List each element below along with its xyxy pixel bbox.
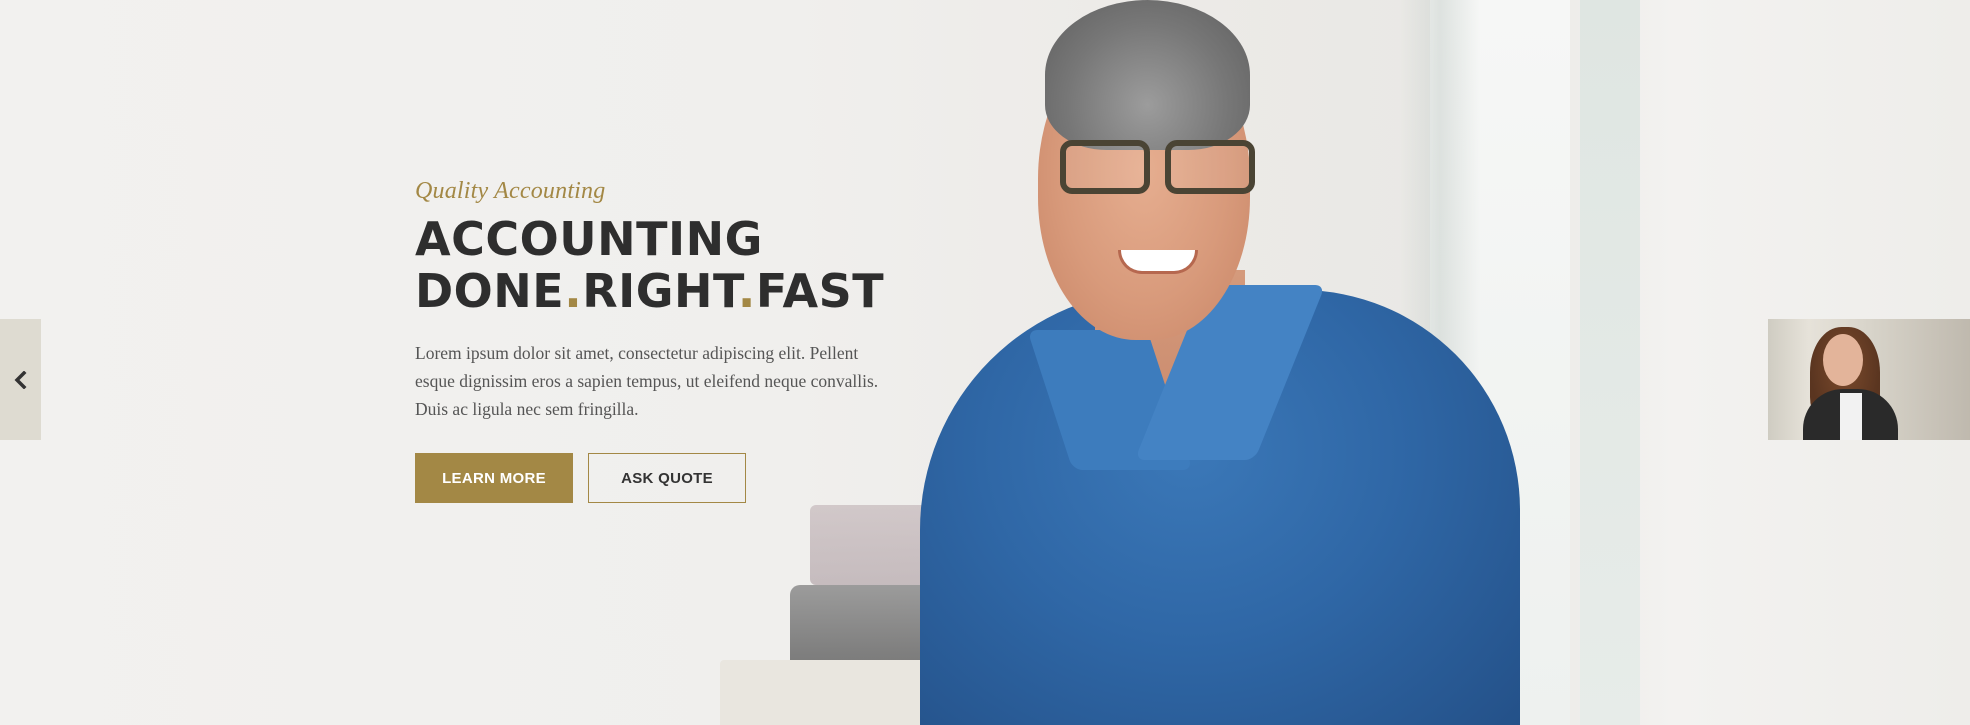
- headline-line-2: DONE.RIGHT.FAST: [415, 265, 895, 317]
- thumbnail-woman-shirt: [1840, 393, 1862, 440]
- hero-slide: Quality Accounting ACCOUNTING DONE.RIGHT…: [0, 0, 1970, 725]
- chevron-left-icon: [14, 370, 26, 389]
- hero-buttons: LEARN MORE ASK QUOTE: [415, 453, 895, 503]
- background-wall-strip: [1580, 0, 1640, 725]
- headline-word-right: RIGHT: [582, 264, 738, 318]
- learn-more-button[interactable]: LEARN MORE: [415, 453, 573, 503]
- headline-word-fast: FAST: [755, 264, 885, 318]
- person-hair: [1045, 0, 1250, 150]
- slider-prev-button[interactable]: [0, 319, 41, 440]
- person-glasses: [1060, 140, 1285, 198]
- ask-quote-button[interactable]: ASK QUOTE: [588, 453, 746, 503]
- headline-accent-dot: .: [737, 264, 756, 318]
- hero-content: Quality Accounting ACCOUNTING DONE.RIGHT…: [415, 178, 895, 503]
- headline-word-done: DONE: [415, 264, 565, 318]
- headline-accent-dot: .: [564, 264, 583, 318]
- hero-eyebrow: Quality Accounting: [415, 178, 606, 204]
- glasses-lens-right: [1165, 140, 1255, 194]
- hero-headline: ACCOUNTING DONE.RIGHT.FAST: [415, 213, 895, 317]
- thumbnail-woman-face: [1823, 334, 1863, 386]
- background-paper-tray: [810, 505, 930, 585]
- headline-line-1: ACCOUNTING: [415, 212, 763, 266]
- person-smile: [1118, 250, 1198, 274]
- glasses-lens-left: [1060, 140, 1150, 194]
- slider-next-thumbnail[interactable]: [1768, 319, 1970, 440]
- hero-person-image: [920, 0, 1540, 725]
- hero-description: Lorem ipsum dolor sit amet, consectetur …: [415, 343, 879, 419]
